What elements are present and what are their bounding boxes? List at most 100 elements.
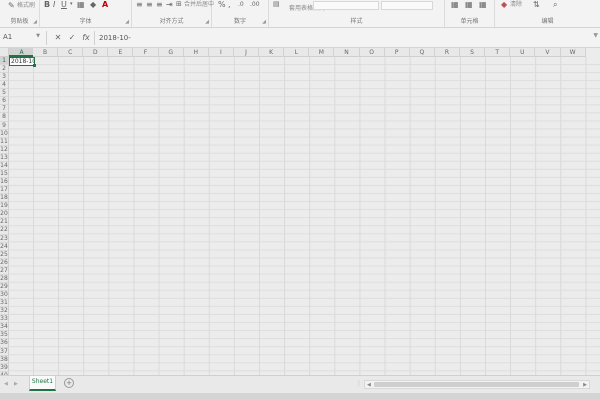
bold-button[interactable]: B: [44, 0, 50, 9]
row-header[interactable]: 31: [0, 299, 9, 308]
row-header[interactable]: 37: [0, 347, 9, 356]
column-header[interactable]: B: [33, 48, 59, 57]
cell-style-gallery[interactable]: [313, 1, 379, 10]
row-header[interactable]: 21: [0, 218, 9, 227]
active-cell[interactable]: 2018-10-: [9, 57, 35, 66]
row-header[interactable]: 22: [0, 226, 9, 235]
row-header[interactable]: 18: [0, 194, 9, 203]
column-header[interactable]: L: [284, 48, 310, 57]
formula-input[interactable]: [96, 31, 590, 45]
cancel-icon[interactable]: ✕: [52, 32, 64, 44]
row-header[interactable]: 7: [0, 105, 9, 114]
format-painter-label[interactable]: 格式刷: [17, 2, 35, 9]
scroll-right-icon[interactable]: ▶: [583, 382, 587, 388]
row-header[interactable]: 26: [0, 258, 9, 267]
column-header[interactable]: P: [384, 48, 410, 57]
row-header[interactable]: 13: [0, 153, 9, 162]
font-color-icon[interactable]: A: [102, 0, 108, 9]
row-header[interactable]: 17: [0, 186, 9, 195]
chevron-down-icon[interactable]: ▼: [593, 32, 598, 39]
fill-handle[interactable]: [33, 64, 36, 67]
cell-style-gallery-2[interactable]: [381, 1, 433, 10]
sort-filter-icon[interactable]: ⇅: [533, 0, 540, 9]
row-header[interactable]: 12: [0, 145, 9, 154]
worksheet-grid[interactable]: ABCDEFGHIJKLMNOPQRSTUVW 1 2 3 4 5 6 7 8 9 10 11 12 1…: [0, 48, 600, 375]
column-header[interactable]: F: [133, 48, 159, 57]
align-right-icon[interactable]: ≡: [156, 0, 163, 9]
conditional-format-icon[interactable]: ▤: [273, 0, 280, 9]
row-header[interactable]: 9: [0, 121, 9, 130]
delete-cells-icon[interactable]: ▦: [465, 0, 473, 9]
row-header[interactable]: 2: [0, 65, 9, 74]
scroll-left-icon[interactable]: ◀: [4, 381, 8, 387]
row-header[interactable]: 14: [0, 161, 9, 170]
align-left-icon[interactable]: ≡: [136, 0, 143, 9]
format-painter-icon[interactable]: ✎: [8, 1, 15, 10]
row-header[interactable]: 16: [0, 178, 9, 187]
column-header[interactable]: O: [359, 48, 385, 57]
row-header[interactable]: 4: [0, 81, 9, 90]
row-header[interactable]: 8: [0, 113, 9, 122]
row-header[interactable]: 32: [0, 307, 9, 316]
clear-button[interactable]: 清除: [510, 1, 522, 8]
row-header[interactable]: 25: [0, 250, 9, 259]
enter-icon[interactable]: ✓: [66, 32, 78, 44]
name-box[interactable]: A1 ▼: [0, 31, 42, 45]
row-header[interactable]: 3: [0, 73, 9, 82]
column-header[interactable]: M: [309, 48, 335, 57]
column-header[interactable]: I: [208, 48, 234, 57]
column-header[interactable]: Q: [409, 48, 435, 57]
row-header[interactable]: 36: [0, 339, 9, 348]
underline-button[interactable]: U: [61, 0, 67, 9]
row-header[interactable]: 38: [0, 355, 9, 364]
alignment-expand-icon[interactable]: ◢: [205, 19, 209, 25]
row-header[interactable]: 39: [0, 363, 9, 372]
clipboard-expand-icon[interactable]: ◢: [33, 19, 37, 25]
column-header[interactable]: R: [434, 48, 461, 57]
row-header[interactable]: 28: [0, 274, 9, 283]
column-header[interactable]: C: [58, 48, 84, 57]
row-header[interactable]: 33: [0, 315, 9, 324]
scroll-right-icon[interactable]: ▶: [14, 381, 18, 387]
fill-color-icon[interactable]: ◆: [90, 0, 96, 9]
row-header[interactable]: 5: [0, 89, 9, 98]
row-header[interactable]: 6: [0, 97, 9, 106]
row-header[interactable]: 15: [0, 169, 9, 179]
decrease-decimal-icon[interactable]: .00: [250, 0, 260, 9]
clear-icon[interactable]: ◆: [501, 0, 507, 9]
row-header[interactable]: 30: [0, 291, 9, 300]
font-expand-icon[interactable]: ◢: [125, 19, 129, 25]
row-header[interactable]: 34: [0, 323, 9, 332]
tab-split-handle[interactable]: ⋮: [356, 380, 362, 387]
format-cells-icon[interactable]: ▦: [479, 0, 487, 9]
column-header[interactable]: H: [183, 48, 209, 57]
indent-icon[interactable]: ⇥: [166, 0, 173, 9]
cells-area[interactable]: [9, 57, 600, 375]
italic-button[interactable]: I: [53, 0, 55, 9]
comma-icon[interactable]: ,: [228, 0, 231, 9]
row-header[interactable]: 35: [0, 331, 9, 340]
add-sheet-button[interactable]: +: [64, 378, 74, 388]
chevron-down-icon[interactable]: ▼: [36, 33, 40, 39]
column-header[interactable]: U: [510, 48, 536, 57]
merge-center-button[interactable]: 合并后居中: [184, 1, 214, 8]
merge-icon[interactable]: ⊞: [176, 0, 182, 9]
row-header[interactable]: 11: [0, 137, 9, 146]
increase-decimal-icon[interactable]: .0: [238, 0, 244, 9]
align-center-icon[interactable]: ≡: [146, 0, 153, 9]
find-select-icon[interactable]: ⌕: [553, 0, 557, 9]
scrollbar-thumb[interactable]: [374, 382, 579, 387]
number-expand-icon[interactable]: ◢: [262, 19, 266, 25]
row-header[interactable]: 29: [0, 282, 9, 292]
column-header[interactable]: V: [535, 48, 561, 57]
row-header[interactable]: 24: [0, 242, 9, 251]
column-header[interactable]: J: [233, 48, 260, 57]
sheet-tab-sheet1[interactable]: Sheet1: [29, 376, 56, 391]
row-header[interactable]: 27: [0, 266, 9, 275]
row-header[interactable]: 19: [0, 202, 9, 211]
dropdown-arrow-icon[interactable]: ▾: [70, 0, 73, 9]
column-header[interactable]: D: [83, 48, 109, 57]
scroll-left-icon[interactable]: ◀: [367, 382, 371, 388]
column-header[interactable]: E: [108, 48, 134, 57]
border-icon[interactable]: ▦: [77, 0, 85, 9]
